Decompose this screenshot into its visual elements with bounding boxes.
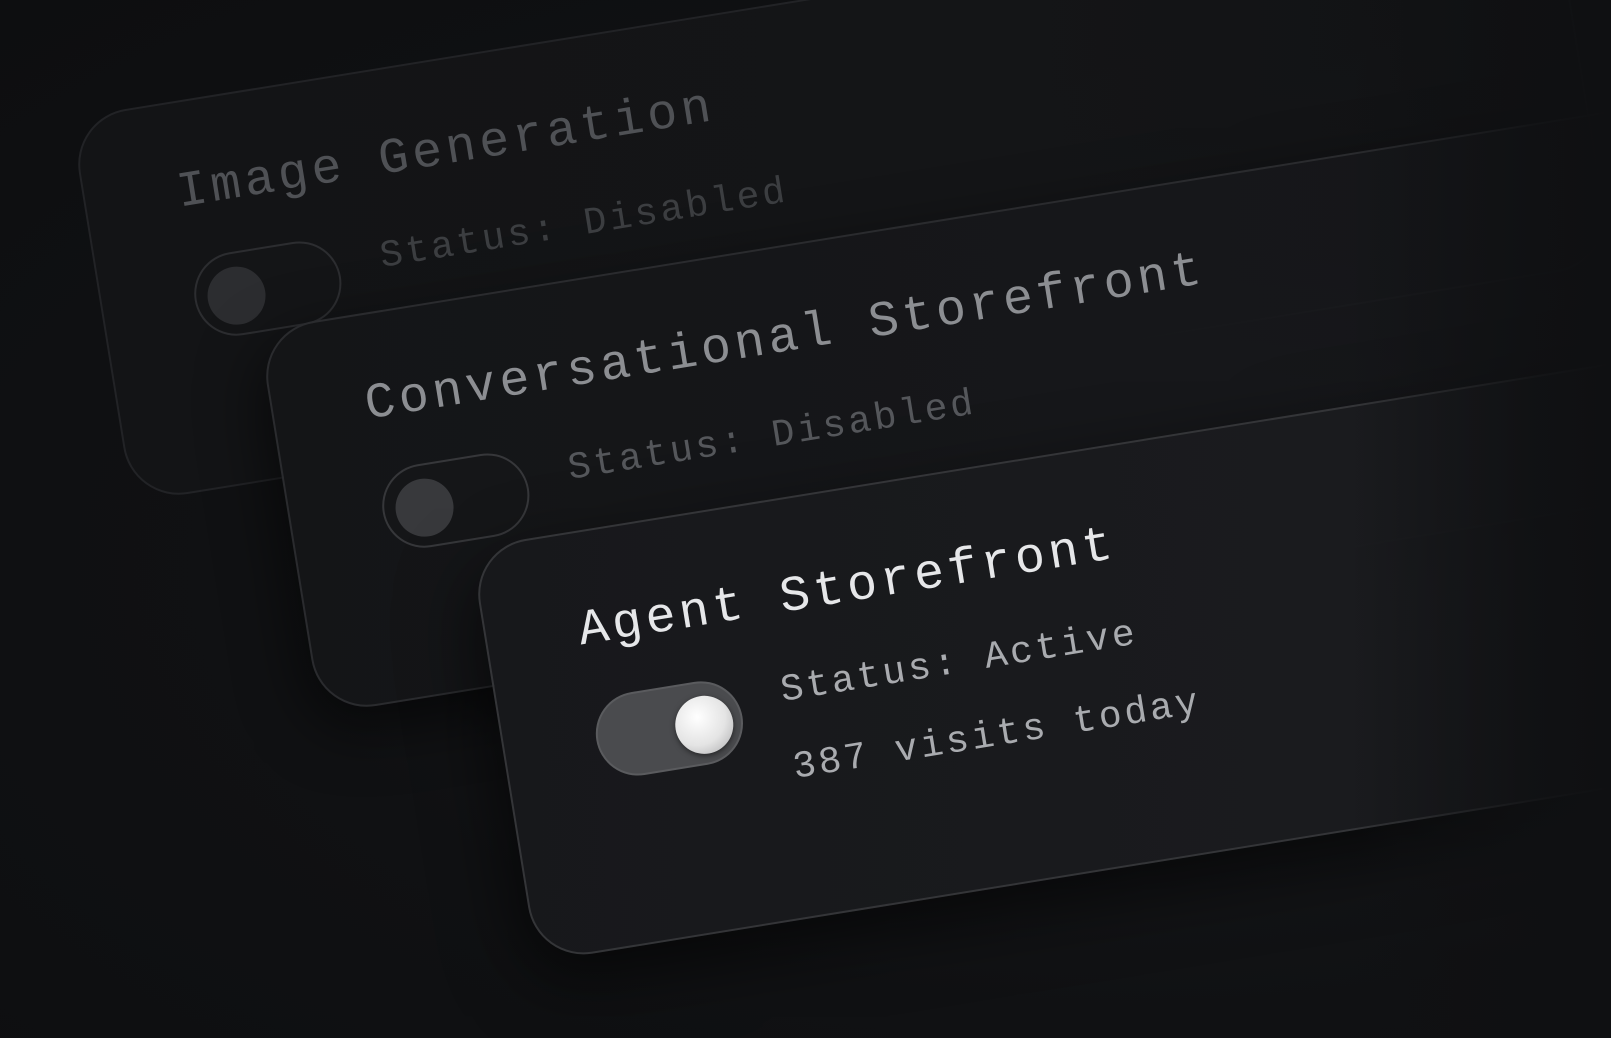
toggle-knob xyxy=(391,474,458,541)
toggle-knob xyxy=(203,262,270,329)
feature-toggle-on[interactable] xyxy=(589,675,750,782)
feature-cards-stage: Image Generation Status: Disabled Conver… xyxy=(0,0,1611,1038)
feature-toggle-off[interactable] xyxy=(376,447,536,554)
feature-status: Status: Active xyxy=(777,612,1142,713)
toggle-knob xyxy=(671,691,738,759)
